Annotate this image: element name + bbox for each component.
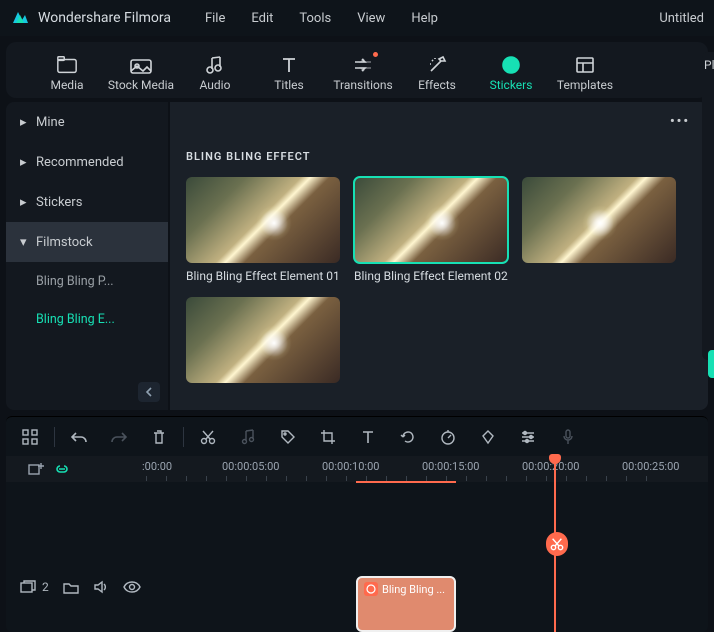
sticker-clip-icon	[364, 582, 378, 596]
link-icon[interactable]	[54, 462, 70, 476]
ribbon-stock-media[interactable]: Stock Media	[104, 54, 178, 98]
sticker-thumb[interactable]	[186, 297, 340, 383]
preview-expand-handle[interactable]	[708, 350, 714, 378]
project-title[interactable]: Untitled	[659, 11, 704, 26]
color-icon[interactable]	[478, 427, 498, 447]
sticker-card-02[interactable]: Bling Bling Effect Element 02	[354, 177, 508, 283]
app-brand: Wondershare Filmora	[38, 10, 171, 26]
crop-icon[interactable]	[318, 427, 338, 447]
sticker-card-03[interactable]	[522, 177, 676, 283]
sticker-card-04[interactable]	[186, 297, 340, 383]
ribbon-titles[interactable]: Titles	[252, 54, 326, 98]
rotate-icon[interactable]	[398, 427, 418, 447]
delete-icon[interactable]	[149, 427, 169, 447]
notification-dot-icon	[373, 52, 378, 57]
content-panel: ••• BLING BLING EFFECT Bling Bling Effec…	[170, 102, 708, 410]
app-logo-icon	[10, 8, 30, 28]
sidebar-sub-bling-p[interactable]: Bling Bling P...	[36, 262, 168, 300]
stickers-icon	[499, 54, 523, 76]
transitions-icon	[351, 54, 375, 76]
media-icon	[55, 54, 79, 76]
ribbon-media[interactable]: Media	[30, 54, 104, 98]
visibility-icon[interactable]	[123, 581, 141, 593]
text-icon[interactable]	[358, 427, 378, 447]
stock-media-icon	[129, 54, 153, 76]
tick-label: 00:00:05:00	[222, 460, 279, 473]
main-menu: File Edit Tools View Help	[205, 11, 438, 26]
templates-icon	[573, 54, 597, 76]
sticker-thumb[interactable]	[522, 177, 676, 263]
folder-icon[interactable]	[63, 581, 79, 594]
tag-icon[interactable]	[278, 427, 298, 447]
layers-icon[interactable]	[20, 580, 36, 594]
tick-label: 00:00:10:00	[322, 460, 379, 473]
timeline-clip[interactable]: Bling Bling ...	[356, 576, 456, 632]
chevron-right-icon: ▸	[20, 195, 28, 210]
timeline-toolbar	[6, 416, 708, 456]
sticker-caption: Bling Bling Effect Element 02	[354, 269, 508, 283]
chevron-down-icon: ▾	[20, 235, 28, 250]
tick-label: :00:00	[142, 460, 172, 473]
titles-icon	[277, 54, 301, 76]
menu-file[interactable]: File	[205, 11, 225, 26]
more-options-button[interactable]: •••	[670, 114, 690, 129]
menu-edit[interactable]: Edit	[251, 11, 273, 26]
clip-label: Bling Bling ...	[382, 583, 445, 596]
sidebar-collapse-button[interactable]	[138, 382, 160, 402]
preview-label: Pl	[704, 58, 714, 72]
audio-icon	[203, 54, 227, 76]
menu-tools[interactable]: Tools	[299, 11, 331, 26]
music-icon[interactable]	[238, 427, 258, 447]
add-track-icon[interactable]	[28, 462, 44, 476]
ribbon-templates[interactable]: Templates	[548, 54, 622, 98]
timeline: :00:00 00:00:05:00 00:00:10:00 00:00:15:…	[6, 456, 708, 632]
sticker-thumb[interactable]	[354, 177, 508, 263]
split-button[interactable]	[546, 532, 568, 556]
redo-icon[interactable]	[109, 427, 129, 447]
track-count: 2	[42, 580, 49, 594]
section-title: BLING BLING EFFECT	[186, 150, 692, 163]
ribbon-audio[interactable]: Audio	[178, 54, 252, 98]
track-header: 2	[20, 580, 141, 594]
sticker-caption: Bling Bling Effect Element 01	[186, 269, 340, 283]
voice-icon[interactable]	[558, 427, 578, 447]
grid-view-icon[interactable]	[20, 427, 40, 447]
cut-icon[interactable]	[198, 427, 218, 447]
sidebar-stickers[interactable]: ▸Stickers	[6, 182, 168, 222]
ribbon-transitions[interactable]: Transitions	[326, 54, 400, 98]
undo-icon[interactable]	[69, 427, 89, 447]
chevron-right-icon: ▸	[20, 115, 28, 130]
tick-label: 00:00:25:00	[622, 460, 679, 473]
ribbon-stickers[interactable]: Stickers	[474, 54, 548, 98]
speed-icon[interactable]	[438, 427, 458, 447]
effects-icon	[425, 54, 449, 76]
sidebar-filmstock[interactable]: ▾Filmstock	[6, 222, 168, 262]
scissors-icon	[550, 537, 564, 551]
chevron-left-icon	[144, 387, 154, 397]
ribbon-effects[interactable]: Effects	[400, 54, 474, 98]
sidebar: ▸Mine ▸Recommended ▸Stickers ▾Filmstock …	[6, 102, 168, 410]
sidebar-recommended[interactable]: ▸Recommended	[6, 142, 168, 182]
adjust-icon[interactable]	[518, 427, 538, 447]
sidebar-mine[interactable]: ▸Mine	[6, 102, 168, 142]
sidebar-sub-bling-e[interactable]: Bling Bling E...	[36, 300, 168, 338]
menu-help[interactable]: Help	[411, 11, 438, 26]
tick-label: 00:00:15:00	[422, 460, 479, 473]
sticker-card-01[interactable]: Bling Bling Effect Element 01	[186, 177, 340, 283]
menu-view[interactable]: View	[357, 11, 385, 26]
preview-panel-collapsed[interactable]: Pl	[702, 52, 714, 360]
titlebar: Wondershare Filmora File Edit Tools View…	[0, 0, 714, 36]
mute-icon[interactable]	[93, 580, 109, 594]
chevron-right-icon: ▸	[20, 155, 28, 170]
sticker-thumb[interactable]	[186, 177, 340, 263]
ribbon: Media Stock Media Audio Titles Transitio…	[6, 42, 708, 98]
